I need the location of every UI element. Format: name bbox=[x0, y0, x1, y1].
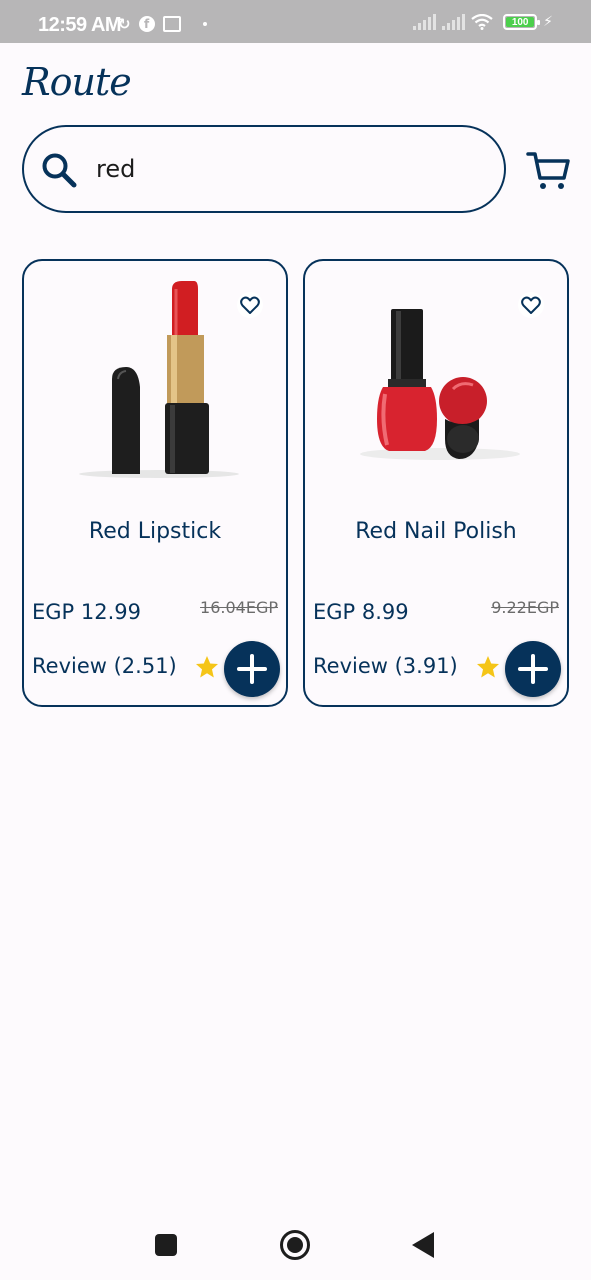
favorite-icon[interactable] bbox=[236, 291, 264, 319]
add-to-cart-button[interactable] bbox=[505, 641, 561, 697]
add-to-cart-button[interactable] bbox=[224, 641, 280, 697]
signal-icon bbox=[442, 14, 466, 30]
gallery-icon bbox=[162, 16, 181, 32]
battery-icon: 100 bbox=[503, 14, 541, 30]
recents-button[interactable] bbox=[155, 1234, 177, 1256]
cart-icon[interactable] bbox=[526, 148, 570, 192]
status-time: 12:59 AM bbox=[38, 14, 122, 36]
system-nav-bar bbox=[0, 1210, 591, 1280]
search-input[interactable]: red bbox=[22, 125, 506, 213]
signal-icon bbox=[413, 14, 437, 30]
facebook-icon: f bbox=[138, 16, 155, 32]
product-review: Review (2.51) bbox=[32, 654, 177, 678]
plus-icon bbox=[237, 654, 267, 684]
product-review: Review (3.91) bbox=[313, 654, 458, 678]
star-icon bbox=[196, 656, 218, 678]
status-bar: 12:59 AM ↻ f 100 ⚡ bbox=[0, 0, 591, 43]
wifi-icon bbox=[471, 14, 493, 30]
lipstick-image[interactable] bbox=[64, 269, 254, 479]
product-old-price: 16.04EGP bbox=[200, 598, 278, 617]
product-price: EGP 8.99 bbox=[313, 600, 409, 624]
plus-icon bbox=[518, 654, 548, 684]
product-name: Red Lipstick bbox=[88, 519, 222, 544]
status-icons-left: ↻ f bbox=[118, 15, 207, 33]
sync-icon: ↻ bbox=[118, 15, 131, 33]
nail-polish-image[interactable] bbox=[345, 269, 535, 479]
back-button[interactable] bbox=[412, 1232, 434, 1258]
product-old-price: 9.22EGP bbox=[491, 598, 559, 617]
product-card[interactable]: Red Lipstick EGP 12.99 16.04EGP Review (… bbox=[22, 259, 288, 707]
dot-icon bbox=[202, 22, 207, 26]
status-icons-right: 100 ⚡ bbox=[413, 14, 553, 30]
charging-icon: ⚡ bbox=[543, 14, 553, 30]
search-query-text[interactable]: red bbox=[96, 155, 135, 183]
app-logo: Route bbox=[22, 60, 132, 104]
product-card[interactable]: Red Nail Polish EGP 8.99 9.22EGP Review … bbox=[303, 259, 569, 707]
home-button[interactable] bbox=[280, 1230, 310, 1260]
favorite-icon[interactable] bbox=[517, 291, 545, 319]
search-icon[interactable] bbox=[40, 151, 78, 189]
star-icon bbox=[477, 656, 499, 678]
product-name: Red Nail Polish bbox=[355, 519, 517, 544]
product-price: EGP 12.99 bbox=[32, 600, 141, 624]
